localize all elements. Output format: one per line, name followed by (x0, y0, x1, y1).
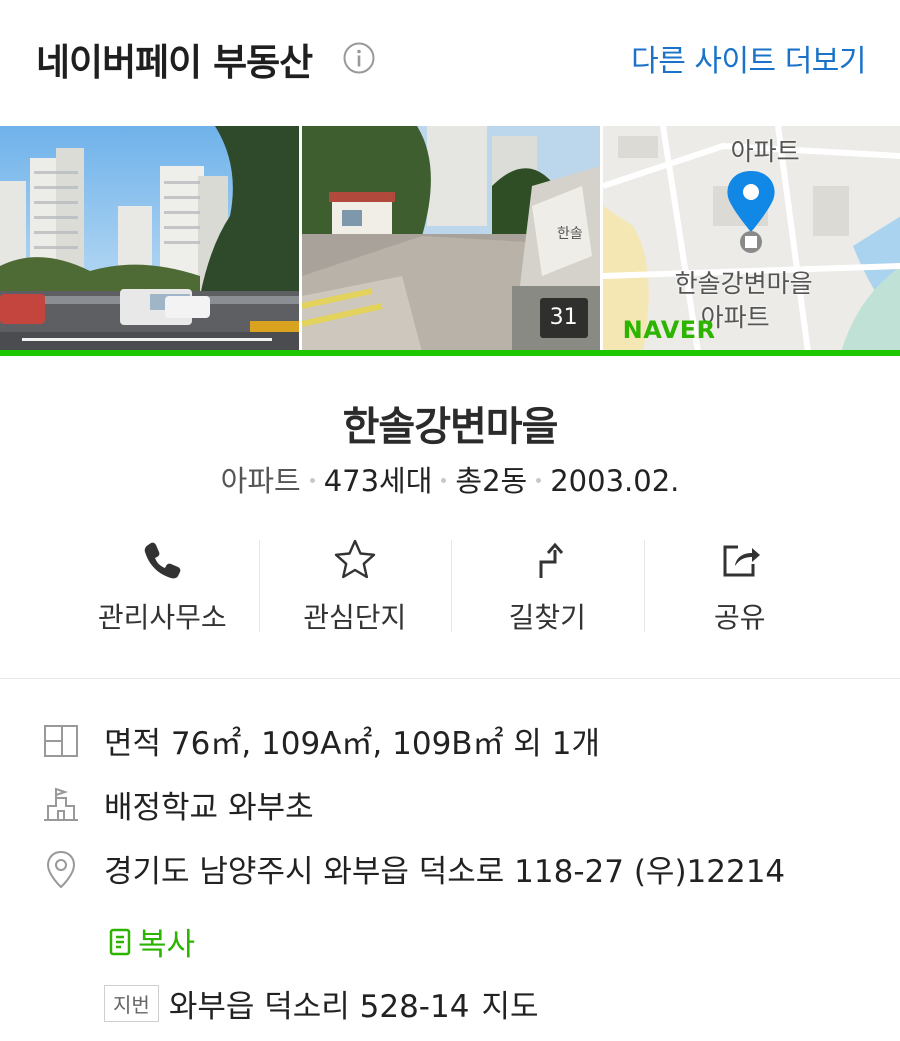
lot-number-tag: 지번 (104, 985, 159, 1022)
map-label-top: 아파트 (730, 137, 800, 166)
complex-name: 한솔강변마을 (342, 404, 559, 450)
school-row: 배정학교 와부초 (40, 782, 314, 827)
map-label-name: 한솔강변마을 (674, 269, 813, 298)
school-link[interactable]: 와부초 (228, 782, 314, 827)
page-title: 네이버페이 부동산 (36, 41, 313, 84)
share-button[interactable]: 공유 (643, 530, 837, 640)
map-link[interactable]: 지도 (481, 981, 538, 1026)
copy-icon (109, 928, 131, 955)
action-bar: 관리사무소 관심단지 길찾기 공유 (66, 530, 836, 640)
school-label: 배정학교 (104, 790, 219, 826)
management-office-label: 관리사무소 (97, 601, 227, 634)
naver-logo: NAVER (622, 316, 716, 344)
map-thumbnail[interactable]: 아파트 한솔강변마을 아파트 NAVER (602, 126, 900, 352)
directions-label: 길찾기 (508, 601, 586, 634)
section-divider (0, 678, 900, 679)
complex-households: 473세대 (323, 464, 433, 498)
management-office-button[interactable]: 관리사무소 (66, 530, 259, 640)
road-address: 경기도 남양주시 와부읍 덕소로 118-27 (우)12214 (104, 854, 786, 890)
more-sites-link[interactable]: 다른 사이트 더보기 (631, 36, 866, 80)
separator-dot (309, 477, 315, 483)
complex-type: 아파트 (220, 464, 301, 498)
area-text: 면적 76㎡, 109A㎡, 109B㎡ 외 1개 (104, 726, 601, 762)
complex-summary: 아파트 473세대 총2동 2003.02. (0, 458, 900, 500)
share-label: 공유 (713, 601, 766, 634)
area-row: 면적 76㎡, 109A㎡, 109B㎡ 외 1개 (40, 718, 600, 763)
lot-address-row: 지번 와부읍 덕소리 528-14 지도 (104, 981, 539, 1026)
svg-text:한솔: 한솔 (557, 226, 583, 242)
share-icon (723, 545, 760, 577)
photo-count-badge[interactable]: 31 (539, 298, 588, 338)
star-icon (334, 539, 375, 579)
complex-date: 2003.02. (550, 464, 680, 498)
photo-gallery: 한솔 31 아파트 한솔강변마을 아파트 NAVER (0, 126, 900, 352)
directions-icon (539, 542, 564, 578)
directions-button[interactable]: 길찾기 (451, 530, 644, 640)
address-row: 경기도 남양주시 와부읍 덕소로 118-27 (우)12214 (40, 846, 785, 891)
complex-buildings: 총2동 (455, 464, 528, 498)
favorite-complex-button[interactable]: 관심단지 (258, 530, 452, 640)
phone-icon (144, 542, 181, 579)
favorite-complex-label: 관심단지 (303, 601, 407, 634)
apartment-photo-2[interactable]: 한솔 31 (302, 126, 600, 352)
school-icon (44, 787, 78, 821)
separator-dot (441, 477, 447, 483)
lot-address: 와부읍 덕소리 528-14 (168, 989, 470, 1025)
copy-label: 복사 (138, 927, 196, 963)
location-pin-icon (46, 850, 76, 888)
apartment-photo-1[interactable] (0, 126, 300, 352)
header: 네이버페이 부동산 다른 사이트 더보기 (0, 0, 900, 126)
accent-bar (0, 350, 900, 356)
floorplan-icon (44, 724, 78, 757)
separator-dot (536, 477, 542, 483)
info-icon[interactable] (342, 41, 376, 75)
copy-address-button[interactable]: 복사 (108, 919, 195, 964)
